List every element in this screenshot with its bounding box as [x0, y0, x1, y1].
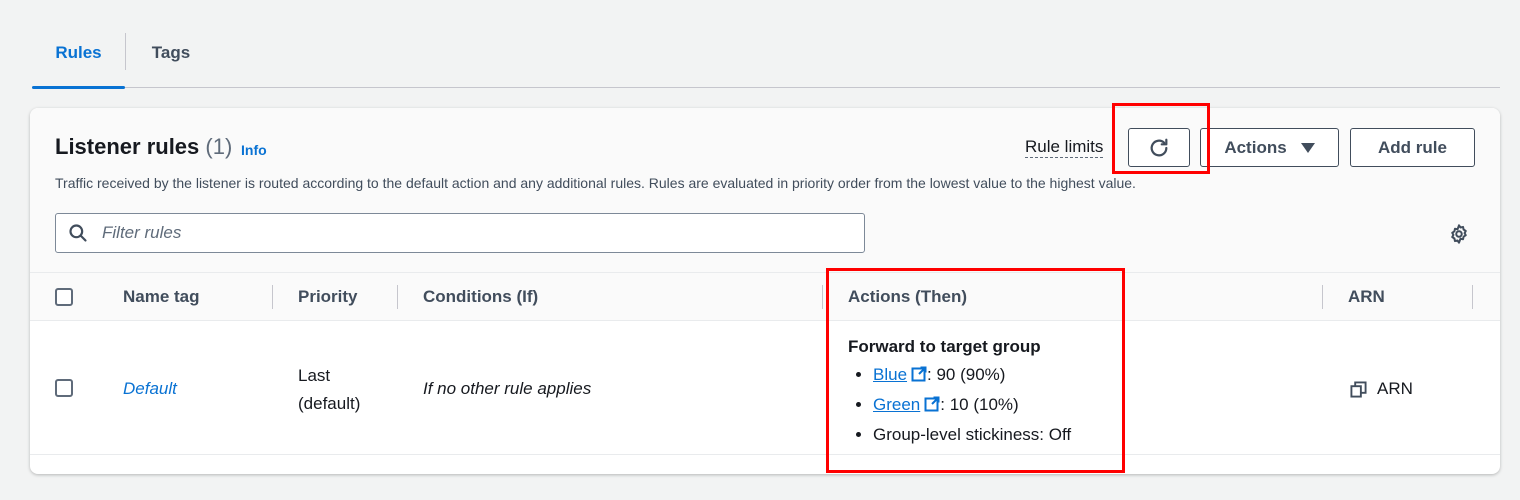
- list-item: Blue : 90 (90%): [873, 361, 1071, 391]
- rule-condition: If no other rule applies: [423, 379, 592, 398]
- column-conditions[interactable]: Conditions (If): [423, 273, 538, 321]
- info-link[interactable]: Info: [241, 142, 267, 158]
- listener-rules-panel: Listener rules (1) Info Traffic received…: [30, 108, 1500, 474]
- tab-rules[interactable]: Rules: [32, 18, 125, 89]
- priority-line-2: (default): [298, 394, 361, 413]
- row-checkbox[interactable]: [55, 379, 73, 397]
- filter-box[interactable]: [55, 213, 865, 253]
- arn-label: ARN: [1377, 379, 1413, 398]
- gear-icon[interactable]: [1448, 223, 1470, 245]
- table-row: Default Last (default) If no other rule …: [30, 322, 1500, 455]
- column-resizer[interactable]: [1472, 285, 1473, 309]
- refresh-icon: [1148, 137, 1170, 159]
- refresh-button[interactable]: [1128, 128, 1190, 167]
- target-group-name: Blue: [873, 365, 908, 384]
- column-resizer[interactable]: [272, 285, 273, 309]
- tab-bar: Rules Tags: [32, 18, 1500, 89]
- table-header: Name tag Priority Conditions (If) Action…: [30, 273, 1500, 321]
- priority-line-1: Last: [298, 366, 331, 385]
- action-title: Forward to target group: [848, 337, 1041, 356]
- target-group-list: Blue : 90 (90%) Green : 10 (10%) Group-lev…: [848, 361, 1071, 449]
- column-resizer[interactable]: [822, 285, 823, 309]
- target-group-weight: : 10 (10%): [940, 395, 1019, 414]
- column-arn[interactable]: ARN: [1348, 273, 1385, 321]
- rule-actions: Forward to target group Blue : 90 (90%) G…: [848, 333, 1071, 449]
- panel-description: Traffic received by the listener is rout…: [55, 175, 1136, 191]
- actions-button-label: Actions: [1224, 137, 1287, 157]
- list-item: Group-level stickiness: Off: [873, 421, 1071, 449]
- filter-rules-input[interactable]: [100, 222, 800, 244]
- target-group-link-green[interactable]: Green: [873, 395, 940, 414]
- rule-count: (1): [205, 134, 233, 159]
- column-actions[interactable]: Actions (Then): [848, 273, 967, 321]
- list-item: Green : 10 (10%): [873, 391, 1071, 421]
- copy-arn-button[interactable]: ARN: [1350, 379, 1413, 399]
- target-group-weight: : 90 (90%): [927, 365, 1006, 384]
- target-group-name: Green: [873, 395, 921, 414]
- rule-priority: Last (default): [298, 362, 360, 418]
- column-name-tag[interactable]: Name tag: [123, 273, 200, 321]
- actions-dropdown-button[interactable]: Actions: [1200, 128, 1339, 167]
- panel-header: Listener rules (1) Info Traffic received…: [30, 108, 1500, 273]
- caret-down-icon: [1300, 142, 1315, 153]
- column-priority[interactable]: Priority: [298, 273, 358, 321]
- search-icon: [68, 223, 88, 243]
- external-link-icon: [911, 363, 927, 391]
- panel-title-text: Listener rules: [55, 134, 200, 159]
- panel-title: Listener rules (1): [55, 134, 232, 160]
- target-group-link-blue[interactable]: Blue: [873, 365, 927, 384]
- column-resizer[interactable]: [1322, 285, 1323, 309]
- select-all-checkbox[interactable]: [55, 288, 73, 306]
- rule-limits-link[interactable]: Rule limits: [1025, 137, 1104, 158]
- external-link-icon: [924, 393, 940, 421]
- copy-icon: [1350, 380, 1367, 398]
- tab-tags[interactable]: Tags: [126, 18, 216, 87]
- add-rule-button[interactable]: Add rule: [1350, 128, 1475, 167]
- column-resizer[interactable]: [397, 285, 398, 309]
- rule-name-link[interactable]: Default: [123, 379, 177, 398]
